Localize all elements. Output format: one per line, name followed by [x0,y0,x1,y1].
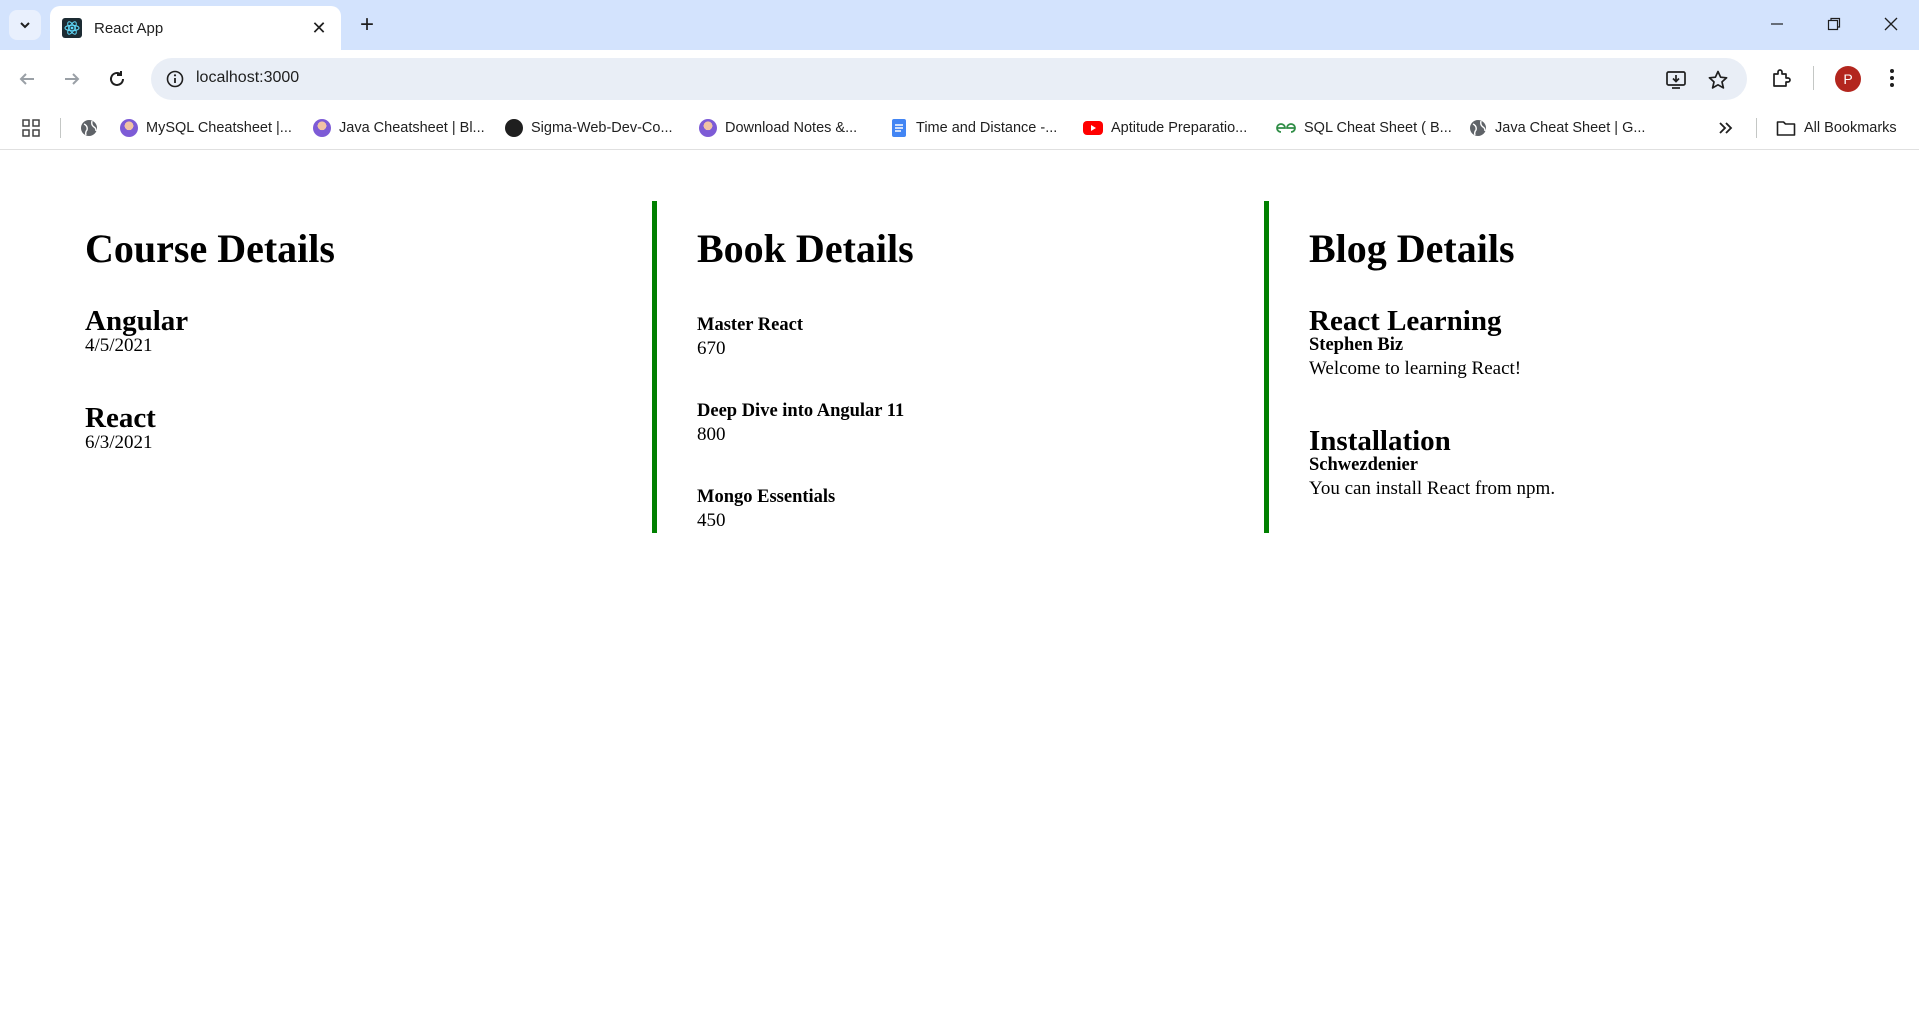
bookmark-download-notes[interactable]: Download Notes &... [699,117,857,139]
blog-content: You can install React from npm. [1309,478,1556,499]
course-details-section: Course Details Angular 4/5/2021 React 6/… [45,201,585,533]
address-bar[interactable]: localhost:3000 [151,58,1747,100]
blog-title: Installation [1309,425,1451,457]
info-icon[interactable] [165,69,185,89]
book-name: Mongo Essentials [697,487,836,507]
double-chevron-right-icon [1719,122,1733,134]
bookmark-label: SQL Cheat Sheet ( B... [1304,120,1452,136]
bookmark-label: Download Notes &... [725,120,858,136]
profile-avatar[interactable]: P [1835,66,1861,92]
bookmarks-divider [60,118,61,138]
forward-button[interactable] [55,62,89,96]
restore-button[interactable] [1806,0,1862,48]
globe-icon [81,120,97,136]
google-docs-icon [892,119,906,137]
geeksforgeeks-icon [1276,123,1296,133]
extensions-puzzle-icon[interactable] [1767,64,1795,92]
restore-icon [1827,17,1841,31]
close-window-button[interactable] [1863,0,1919,48]
bookmark-sql-cheat-sheet[interactable]: SQL Cheat Sheet ( B... [1276,117,1452,139]
bookmark-java-cheatsheet[interactable]: Java Cheatsheet | Bl... [313,117,485,139]
blog-author: Schwezdenier [1309,455,1418,475]
react-logo-icon [62,18,82,38]
tab-react-app[interactable]: React App ✕ [50,6,341,50]
bookmark-star-icon[interactable] [1706,68,1730,92]
bookmarks-divider [1756,118,1757,138]
book-details-heading: Book Details [697,226,914,271]
tab-strip: React App ✕ + [0,0,1919,50]
book-name: Master React [697,315,803,335]
close-tab-icon[interactable]: ✕ [309,18,329,38]
reload-button[interactable] [100,62,134,96]
all-bookmarks-button[interactable]: All Bookmarks [1776,117,1897,139]
more-bookmarks-button[interactable] [1717,117,1733,139]
bookmark-mysql-cheatsheet[interactable]: MySQL Cheatsheet |... [120,117,292,139]
bookmark-label: Aptitude Preparatio... [1111,120,1248,136]
github-icon [505,119,523,137]
book-price: 670 [697,338,726,359]
bookmark-java-cheat-sheet[interactable]: Java Cheat Sheet | G... [1469,117,1645,139]
new-tab-button[interactable]: + [353,11,381,39]
blog-title: React Learning [1309,305,1502,337]
app-root: Course Details Angular 4/5/2021 React 6/… [0,151,1919,1020]
book-details-section: Book Details Master React 670 Deep Dive … [652,201,1192,533]
blog-details-heading: Blog Details [1309,226,1515,271]
bookmark-label: MySQL Cheatsheet |... [146,120,292,136]
url-text[interactable]: localhost:3000 [196,69,299,87]
book-name: Deep Dive into Angular 11 [697,401,905,421]
apps-grid-button[interactable] [22,117,40,139]
blog-author: Stephen Biz [1309,335,1404,355]
blog-details-section: Blog Details React Learning Stephen Biz … [1264,201,1804,533]
chevron-down-icon [20,22,30,29]
bookmark-sigma-web-dev[interactable]: Sigma-Web-Dev-Co... [505,117,673,139]
book-price: 450 [697,510,726,531]
blog-content: Welcome to learning React! [1309,358,1522,379]
install-app-icon[interactable] [1664,68,1688,92]
youtube-icon [1083,121,1103,135]
book-price: 800 [697,424,726,445]
apps-grid-icon [22,119,40,137]
avatar-favicon-icon [699,119,717,137]
all-bookmarks-label: All Bookmarks [1804,120,1897,136]
close-icon [1884,17,1898,31]
avatar-favicon-icon [313,119,331,137]
course-details-heading: Course Details [85,226,335,271]
course-date: 6/3/2021 [85,432,153,453]
bookmark-label: Java Cheatsheet | Bl... [339,120,485,136]
arrow-right-icon [65,73,80,85]
bookmarks-bar: MySQL Cheatsheet |... Java Cheatsheet | … [0,107,1919,150]
bookmark-globe[interactable] [80,117,98,139]
browser-toolbar: localhost:3000 [0,50,1919,107]
back-button[interactable] [10,62,44,96]
bookmark-time-and-distance[interactable]: Time and Distance -... [890,117,1057,139]
arrow-left-icon [19,73,34,85]
course-name: Angular [85,305,189,337]
bookmark-aptitude-preparation[interactable]: Aptitude Preparatio... [1083,117,1247,139]
tab-search-button[interactable] [9,10,41,40]
avatar-favicon-icon [120,119,138,137]
course-name: React [85,402,156,434]
globe-icon [1470,120,1486,136]
toolbar-divider [1813,66,1814,90]
minimize-icon [1771,23,1783,25]
bookmark-label: Sigma-Web-Dev-Co... [531,120,673,136]
course-date: 4/5/2021 [85,335,153,356]
minimize-button[interactable] [1749,0,1805,48]
reload-icon [110,71,124,86]
folder-icon [1776,121,1796,136]
bookmark-label: Java Cheat Sheet | G... [1495,120,1646,136]
more-menu-icon[interactable] [1878,64,1906,92]
bookmark-label: Time and Distance -... [916,120,1058,136]
tab-title: React App [94,19,164,37]
